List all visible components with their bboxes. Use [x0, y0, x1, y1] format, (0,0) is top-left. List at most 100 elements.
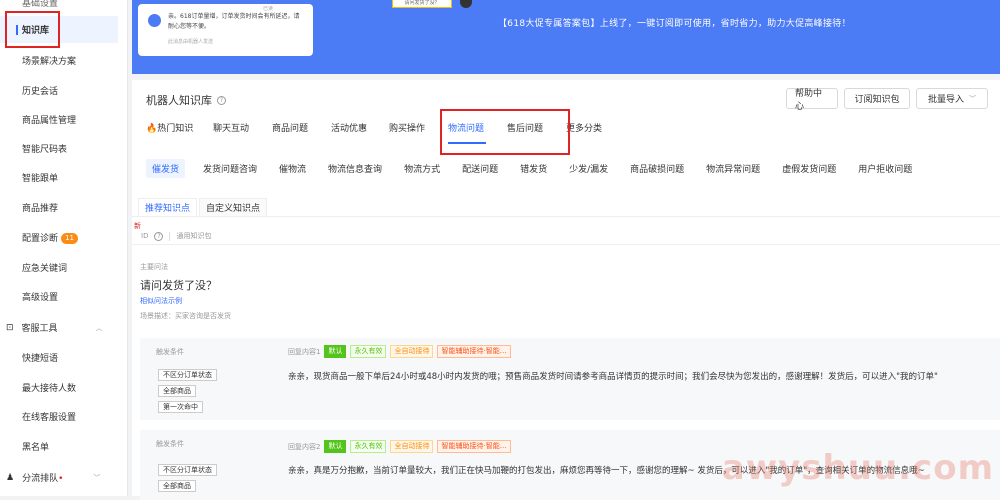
batch-import-button[interactable]: 批量导入 ﹀	[916, 88, 988, 109]
tab-recommended[interactable]: 推荐知识点	[138, 198, 198, 216]
tag-permanent: 永久有效	[350, 345, 387, 358]
tab-promo[interactable]: 活动优惠	[331, 121, 389, 134]
help-icon[interactable]: ?	[217, 95, 226, 105]
avatar	[460, 0, 472, 8]
promo-banner[interactable]: 请问发货了没？ 已读 亲。618订单量增，订单发货时间会有所延迟，请耐心您等不便…	[132, 0, 1000, 74]
tag-default: 默认	[324, 345, 347, 358]
sidebar-item-quick-phrases[interactable]: 快捷短语	[22, 351, 58, 364]
chip-logistics-method[interactable]: 物流方式	[398, 159, 446, 178]
help-icon[interactable]: ?	[154, 231, 164, 241]
chip-wrong-shipment[interactable]: 错发货	[514, 159, 553, 178]
help-center-button[interactable]: 帮助中心	[786, 88, 838, 112]
chip-logistics-abnormal[interactable]: 物流异常问题	[700, 159, 766, 178]
sidebar-item-product-recommend[interactable]: 商品推荐	[22, 201, 58, 214]
tag-default: 默认	[324, 440, 347, 453]
sidebar-item-config-diagnosis[interactable]: 配置诊断 11	[22, 231, 78, 244]
watermark: awyshuu.com	[721, 448, 994, 488]
condition-tag: 全部商品	[158, 385, 196, 397]
sidebar-item-size-chart[interactable]: 智能尺码表	[22, 142, 67, 155]
divider	[132, 244, 1000, 245]
tab-hot[interactable]: 🔥热门知识	[146, 121, 213, 134]
chip-damaged[interactable]: 商品破损问题	[624, 159, 690, 178]
reply-label: 回复内容2	[288, 442, 321, 451]
chat-bubble: 请问发货了没？	[392, 0, 452, 8]
tab-purchase[interactable]: 购买操作	[389, 121, 448, 134]
title-text: 机器人知识库	[146, 94, 212, 107]
tag-assist: 智能辅助接待·智能…	[437, 440, 511, 453]
tab-more[interactable]: 更多分类	[566, 121, 616, 134]
chip-urge-shipping[interactable]: 催发货	[146, 159, 186, 178]
scene-description: 场景描述：买家咨询是否发货	[140, 312, 231, 320]
read-status: 已读	[262, 6, 273, 12]
sidebar-item-blacklist[interactable]: 黑名单	[22, 440, 49, 453]
tab-after-sales[interactable]: 售后问题	[507, 121, 566, 134]
reply-block[interactable]: 触发条件 不区分订单状态 全部商品 第一次命中 回复内容1 默认 永久有效 全自…	[140, 338, 1000, 420]
condition-tag: 第一次命中	[158, 401, 203, 413]
chip-refused[interactable]: 用户拒收问题	[852, 159, 918, 178]
sidebar-item-product-attributes[interactable]: 商品属性管理	[22, 113, 76, 126]
condition-tag: 不区分订单状态	[158, 464, 217, 476]
subcategory-chips: 催发货 发货问题咨询 催物流 物流信息查询 物流方式 配送问题 错发货 少发/漏…	[146, 159, 918, 178]
reply-label-row: 回复内容2 默认 永久有效 全自动接待 智能辅助接待·智能…	[288, 440, 511, 453]
sidebar-item-label: 配置诊断	[22, 234, 59, 244]
bot-avatar	[148, 14, 161, 27]
sidebar-item-basic-settings[interactable]: 基础设置	[22, 0, 58, 9]
chip-delivery[interactable]: 配送问题	[456, 159, 504, 178]
id-row: ID ? 通用知识包	[141, 231, 211, 241]
reply-text: 亲亲，现货商品一般下单后24小时或48小时内发货的哦；预售商品发货时间请参考商品…	[288, 372, 938, 382]
chat-footnote: 此消息由机器人发送	[168, 39, 214, 45]
people-icon: ♟	[6, 472, 15, 483]
chevron-down-icon: ﹀	[969, 94, 976, 103]
knowledge-tabs: 推荐知识点 自定义知识点	[138, 194, 268, 216]
chip-fake-shipment[interactable]: 虚假发货问题	[776, 159, 842, 178]
chat-message: 亲。618订单量增，订单发货时间会有所延迟，请耐心您等不便。	[148, 12, 305, 32]
question-label: 主要问法	[140, 263, 168, 271]
tab-chat[interactable]: 聊天互动	[213, 121, 272, 134]
count-badge: 11	[61, 233, 78, 244]
button-label: 批量导入	[927, 95, 964, 105]
condition-tag: 全部商品	[158, 480, 196, 492]
similar-questions-link[interactable]: 相似问法示例	[140, 296, 182, 306]
reply-label: 回复内容1	[288, 347, 321, 356]
subscribe-pack-button[interactable]: 订阅知识包	[844, 88, 910, 109]
tab-product[interactable]: 商品问题	[272, 121, 331, 134]
sidebar-item-scene-solutions[interactable]: 场景解决方案	[22, 54, 76, 67]
tag-assist: 智能辅助接待·智能…	[437, 345, 511, 358]
sidebar-item-emergency-keywords[interactable]: 应急关键词	[22, 261, 67, 274]
sidebar-item-knowledge-base[interactable]: 知识库	[0, 16, 118, 43]
chip-shipping-inquiry[interactable]: 发货问题咨询	[197, 159, 263, 178]
id-label: ID	[141, 232, 149, 240]
question-text: 请问发货了没？	[140, 279, 217, 292]
new-badge: 新	[134, 222, 141, 230]
reply-label-row: 回复内容1 默认 永久有效 全自动接待 智能辅助接待·智能…	[288, 345, 511, 358]
condition-tag: 不区分订单状态	[158, 369, 217, 381]
banner-text: 【618大促专属答案包】上线了，一键订阅即可使用，省时省力，助力大促高峰接待！	[498, 19, 851, 29]
sidebar: 基础设置 知识库 场景解决方案 历史会话 商品属性管理 智能尺码表 智能跟单 商…	[0, 0, 128, 496]
tag-auto: 全自动接待	[390, 440, 434, 453]
sidebar-item-history[interactable]: 历史会话	[22, 84, 58, 97]
page-title: 机器人知识库 ?	[146, 92, 226, 108]
tag-auto: 全自动接待	[390, 345, 434, 358]
sidebar-item-online-cs-settings[interactable]: 在线客服设置	[22, 410, 76, 423]
chat-preview-card: 已读 亲。618订单量增，订单发货时间会有所延迟，请耐心您等不便。 此消息由机器…	[138, 4, 313, 56]
sidebar-group-cs-tools[interactable]: ⊡ 客服工具 ︿	[6, 321, 103, 335]
tab-logistics[interactable]: 物流问题	[448, 121, 486, 144]
chip-logistics-query[interactable]: 物流信息查询	[322, 159, 388, 178]
sidebar-item-max-reception[interactable]: 最大接待人数	[22, 381, 76, 394]
tag-permanent: 永久有效	[350, 440, 387, 453]
sidebar-item-label: 知识库	[22, 26, 50, 36]
sidebar-group-queue[interactable]: ♟ 分流排队• ﹀	[6, 471, 101, 485]
sidebar-item-advanced[interactable]: 高级设置	[22, 290, 58, 303]
pack-label: 通用知识包	[176, 232, 212, 240]
toolbox-icon: ⊡	[6, 322, 14, 333]
chevron-down-icon: ﹀	[93, 473, 101, 482]
tab-custom[interactable]: 自定义知识点	[199, 198, 268, 216]
category-tabs: 🔥热门知识 聊天互动 商品问题 活动优惠 购买操作 物流问题 售后问题 更多分类	[146, 121, 616, 144]
chip-urge-logistics[interactable]: 催物流	[273, 159, 312, 178]
chip-missing[interactable]: 少发/漏发	[563, 159, 614, 178]
chevron-up-icon: ︿	[95, 323, 103, 332]
divider	[132, 216, 1000, 217]
condition-label: 触发条件	[156, 348, 184, 356]
condition-label: 触发条件	[156, 440, 184, 448]
sidebar-item-smart-followup[interactable]: 智能跟单	[22, 171, 58, 184]
